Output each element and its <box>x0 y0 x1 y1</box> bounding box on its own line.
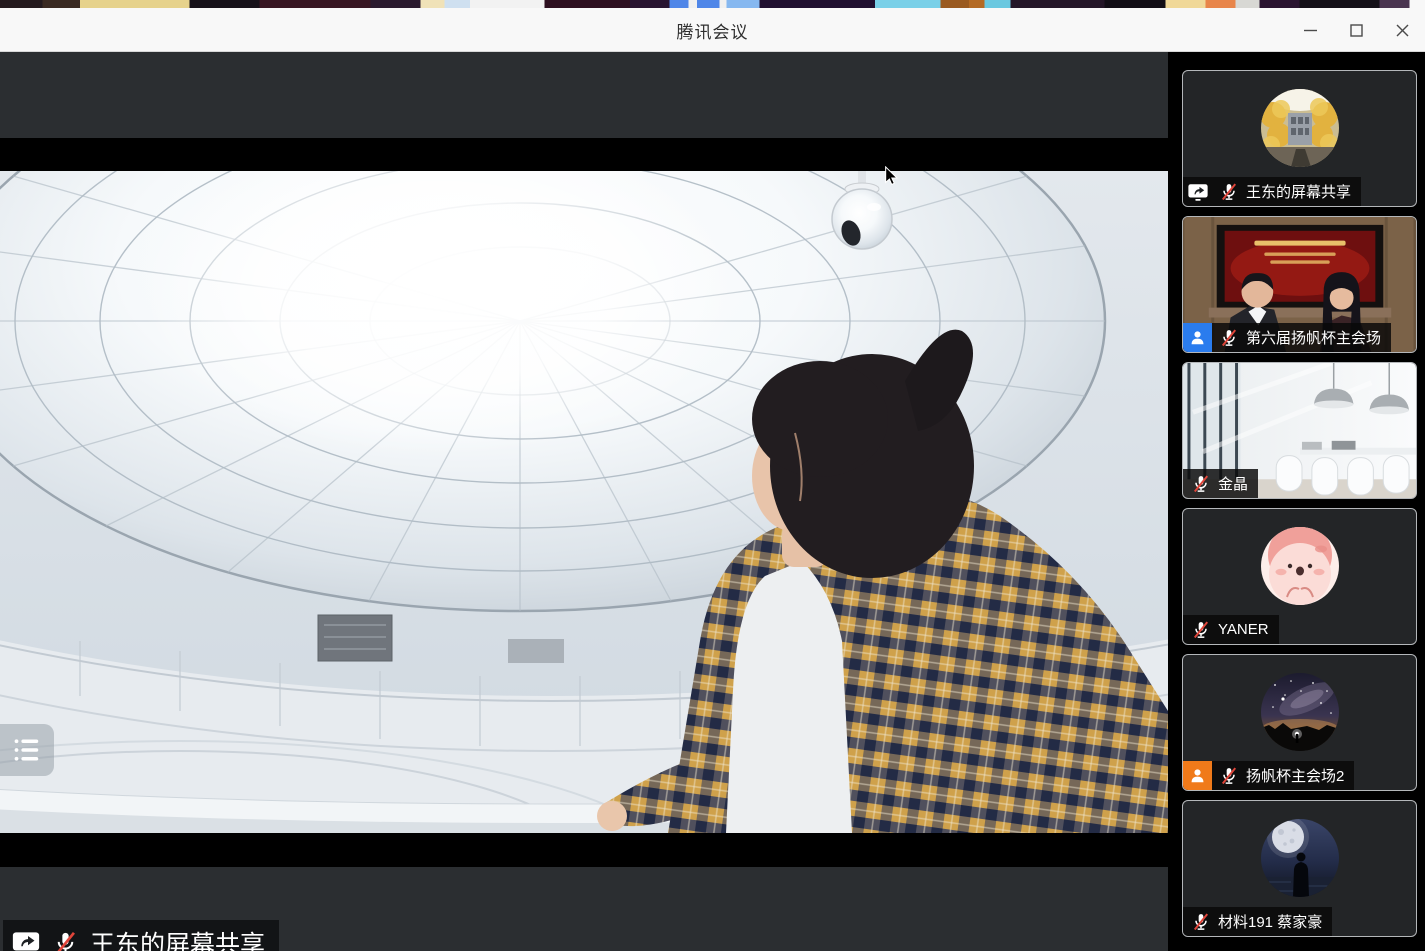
participant-tile-jinjing[interactable]: 金晶 <box>1182 362 1417 499</box>
mouse-cursor <box>884 166 899 187</box>
participant-name: 扬帆杯主会场2 <box>1246 765 1344 786</box>
name-bar: YANER <box>1183 615 1279 644</box>
name-bar: 金晶 <box>1183 469 1258 498</box>
cohost-person-badge-icon <box>1183 323 1212 352</box>
presenter-label: 王东的屏幕共享 <box>3 920 279 951</box>
maximize-icon <box>1349 23 1364 38</box>
mic-muted-icon <box>1191 474 1211 494</box>
member-list-button[interactable] <box>0 724 54 776</box>
shared-video-content <box>0 171 1168 833</box>
avatar-night-sky <box>1261 673 1339 751</box>
tencent-meeting-window: 腾讯会议 <box>0 0 1425 951</box>
participant-tile-wangdong-share[interactable]: 王东的屏幕共享 <box>1182 70 1417 207</box>
name-bar: 王东的屏幕共享 <box>1183 177 1361 206</box>
window-titlebar: 腾讯会议 <box>0 8 1425 52</box>
mic-muted-icon <box>1219 182 1239 202</box>
close-icon <box>1395 23 1410 38</box>
participant-name: 第六届扬帆杯主会场 <box>1246 327 1381 348</box>
letterbox-top <box>0 138 1168 171</box>
minimize-button[interactable] <box>1287 8 1333 52</box>
close-button[interactable] <box>1379 8 1425 52</box>
participants-sidebar: 王东的屏幕共享 <box>1168 52 1425 951</box>
avatar-autumn-campus <box>1261 89 1339 167</box>
avatar-moon-figure <box>1261 819 1339 897</box>
participant-tile-yangfan-main2[interactable]: 扬帆杯主会场2 <box>1182 654 1417 791</box>
maximize-button[interactable] <box>1333 8 1379 52</box>
minimize-icon <box>1303 23 1318 38</box>
avatar <box>1261 527 1339 605</box>
name-bar: 扬帆杯主会场2 <box>1183 761 1354 790</box>
wall-vent <box>318 615 392 661</box>
screen-share-icon <box>1183 177 1212 206</box>
window-title: 腾讯会议 <box>0 8 1425 52</box>
participant-name: YANER <box>1218 621 1269 638</box>
screen-share-icon <box>11 928 41 951</box>
desktop-background-sliver <box>0 0 1425 8</box>
participant-name: 金晶 <box>1218 473 1248 494</box>
participant-name: 王东的屏幕共享 <box>1246 181 1351 202</box>
mic-muted-icon <box>1219 328 1239 348</box>
presenter-name: 王东的屏幕共享 <box>90 925 265 951</box>
mic-muted-icon <box>1191 912 1211 932</box>
participant-tile-yaner[interactable]: YANER <box>1182 508 1417 645</box>
letterbox-bottom <box>0 833 1168 867</box>
atrium-dome-scene <box>0 171 1168 833</box>
mic-muted-icon <box>52 930 79 951</box>
participant-tile-caijiahao[interactable]: 材料191 蔡家豪 <box>1182 800 1417 937</box>
avatar-pink-cartoon <box>1261 527 1339 605</box>
shared-screen-stage[interactable]: 王东的屏幕共享 <box>0 52 1168 951</box>
mic-muted-icon <box>1219 766 1239 786</box>
mic-muted-icon <box>1191 620 1211 640</box>
avatar <box>1261 819 1339 897</box>
host-person-badge-icon <box>1183 761 1212 790</box>
participant-tile-yangfan-main[interactable]: 第六届扬帆杯主会场 <box>1182 216 1417 353</box>
window-controls <box>1287 8 1425 52</box>
avatar <box>1261 673 1339 751</box>
participant-name: 材料191 蔡家豪 <box>1218 911 1322 932</box>
list-icon <box>12 735 42 765</box>
name-bar: 第六届扬帆杯主会场 <box>1183 323 1391 352</box>
name-bar: 材料191 蔡家豪 <box>1183 907 1332 936</box>
avatar <box>1261 89 1339 167</box>
